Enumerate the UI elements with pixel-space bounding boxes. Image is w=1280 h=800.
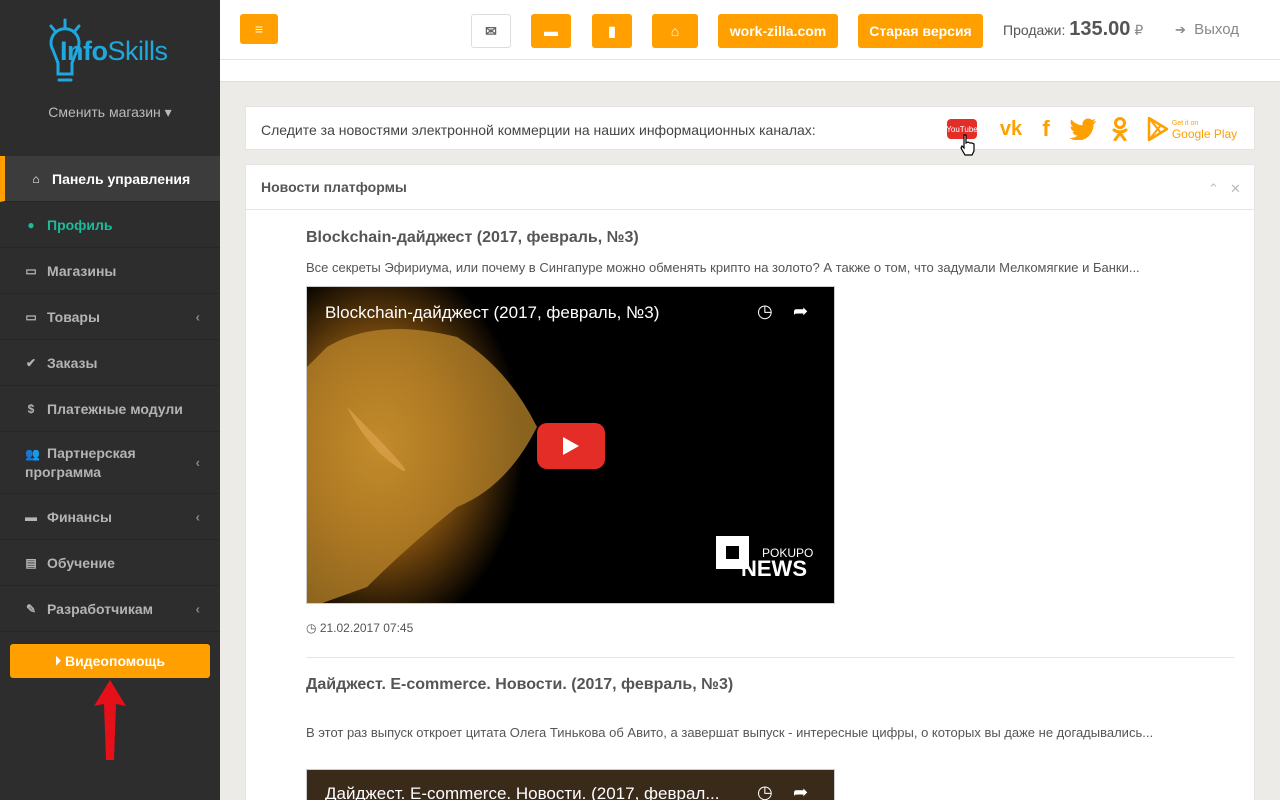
cart-icon: ▭ <box>25 309 37 324</box>
sidebar-item-profile[interactable]: ● Профиль <box>0 202 220 248</box>
facebook-icon[interactable]: f <box>1036 115 1056 143</box>
article-title[interactable]: Blockchain-дайджест (2017, февраль, №3) <box>306 229 639 247</box>
news-panel-header: Новости платформы <box>246 165 1254 210</box>
sidebar-item-payment-modules[interactable]: $ Платежные модули <box>0 386 220 432</box>
logout-link[interactable]: ➔ Выход <box>1175 21 1239 38</box>
article-title[interactable]: Дайджест. E-commerce. Новости. (2017, фе… <box>306 676 733 694</box>
sidebar: InfoSkills Сменить магазин ▾ ⌂ Панель уп… <box>0 0 220 800</box>
chevron-left-icon: ‹ <box>195 601 200 616</box>
sidebar-item-orders[interactable]: ✔ Заказы <box>0 340 220 386</box>
sidebar-item-finance[interactable]: ▬ Финансы ‹ <box>0 494 220 540</box>
book-button[interactable]: ▮ <box>592 14 632 48</box>
sidebar-item-label: Товары <box>47 308 100 325</box>
chat-button[interactable]: ▬ <box>531 14 571 48</box>
sidebar-item-dashboard[interactable]: ⌂ Панель управления <box>0 156 220 202</box>
google-play-icon <box>1147 117 1169 141</box>
play-circle-icon: ⏵ <box>55 653 62 668</box>
envelope-icon: ✉ <box>485 22 497 39</box>
chevron-left-icon: ‹ <box>195 454 200 470</box>
top-strip <box>220 60 1280 82</box>
google-play-badge[interactable]: Get it on Google Play <box>1146 115 1238 143</box>
sidebar-item-label: Панель управления <box>52 170 191 187</box>
sidebar-item-learning[interactable]: ▤ Обучение <box>0 540 220 586</box>
sidebar-item-label: Магазины <box>47 262 117 279</box>
infoskills-logo[interactable]: InfoSkills <box>40 8 190 92</box>
sidebar-item-shops[interactable]: ▭ Магазины <box>0 248 220 294</box>
sign-out-icon: ➔ <box>1175 22 1186 37</box>
article-date: ◷ 21.02.2017 07:45 <box>306 621 413 635</box>
hamburger-icon: ≡ <box>254 21 264 37</box>
plug-icon: ✎ <box>25 601 37 616</box>
sidebar-menu: ⌂ Панель управления ● Профиль ▭ Магазины… <box>0 156 220 632</box>
article-separator <box>306 657 1234 658</box>
red-arrow-annotation <box>94 680 126 760</box>
messages-button[interactable]: ✉ <box>471 14 511 48</box>
google-play-text: Google Play <box>1171 127 1238 141</box>
check-icon: ✔ <box>25 355 37 370</box>
video-player[interactable]: Blockchain-дайджест (2017, февраль, №3) … <box>306 286 835 604</box>
share-icon[interactable]: ➦ <box>793 782 808 800</box>
clock-icon[interactable]: ◷ <box>757 782 773 800</box>
video-player[interactable]: Дайджест. E-commerce. Новости. (2017, фе… <box>306 769 835 800</box>
sidebar-item-label: Профиль <box>47 216 113 233</box>
hand-cursor-icon <box>960 134 975 156</box>
collapse-icon[interactable]: ⌃ <box>1208 181 1219 197</box>
clock-icon: ◷ <box>306 621 317 635</box>
comment-icon: ▬ <box>544 23 558 39</box>
dollar-icon: $ <box>27 401 35 416</box>
article-description: В этот раз выпуск откроет цитата Олега Т… <box>306 725 1154 740</box>
sidebar-item-label: Партнерская программа <box>25 445 136 480</box>
users-icon: 👥 <box>25 447 40 461</box>
book-icon: ▮ <box>608 22 616 39</box>
sidebar-item-products[interactable]: ▭ Товары ‹ <box>0 294 220 340</box>
brand-big: NEWS <box>741 556 807 581</box>
follow-text: Следите за новостями электронной коммерц… <box>261 122 816 138</box>
video-title: Blockchain-дайджест (2017, февраль, №3) <box>325 303 660 322</box>
article-description: Все секреты Эфириума, или почему в Синга… <box>306 260 1140 275</box>
vk-icon[interactable]: vk <box>996 115 1026 143</box>
book-icon: ▤ <box>25 555 37 570</box>
workzilla-button[interactable]: work-zilla.com <box>718 14 838 48</box>
old-version-button[interactable]: Старая версия <box>858 14 983 48</box>
logout-label: Выход <box>1194 21 1239 38</box>
social-follow-panel: Следите за новостями электронной коммерц… <box>245 106 1255 156</box>
sidebar-item-label: Разработчикам <box>47 600 153 617</box>
sales-info: Продажи: 135.00 ₽ <box>1003 18 1143 41</box>
cart-icon: ▭ <box>25 263 37 278</box>
sidebar-item-developers[interactable]: ✎ Разработчикам ‹ <box>0 586 220 632</box>
change-shop-dropdown[interactable]: Сменить магазин ▾ <box>0 104 220 121</box>
chevron-left-icon: ‹ <box>195 509 200 524</box>
twitter-icon[interactable] <box>1068 115 1098 143</box>
share-icon[interactable]: ➦ <box>793 301 808 322</box>
menu-toggle-button[interactable]: ≡ <box>240 14 278 44</box>
store-button[interactable]: ⌂ <box>652 14 698 48</box>
odnoklassniki-icon[interactable] <box>1110 115 1130 143</box>
video-help-label: Видеопомощь <box>65 653 165 669</box>
video-title: Дайджест. E-commerce. Новости. (2017, фе… <box>325 784 720 800</box>
play-button[interactable] <box>537 423 605 469</box>
sidebar-item-partner-program[interactable]: 👥 Партнерская программа ‹ <box>0 432 220 494</box>
article-date-text: 21.02.2017 07:45 <box>319 621 414 635</box>
play-icon <box>563 437 579 455</box>
sidebar-item-label: Заказы <box>47 354 98 371</box>
sidebar-item-label: Обучение <box>47 554 115 571</box>
user-icon: ● <box>27 217 35 232</box>
news-panel-title: Новости платформы <box>261 179 407 195</box>
platform-news-panel: Новости платформы ⌃ ✕ Blockchain-дайджес… <box>245 164 1255 800</box>
sales-value: 135.00 <box>1069 18 1131 40</box>
logo-info-text: Info <box>60 36 108 66</box>
sales-label: Продажи: <box>1003 22 1066 38</box>
top-bar: ≡ ✉ ▬ ▮ ⌂ work-zilla.com Старая версия П… <box>220 0 1280 60</box>
archive-icon: ▬ <box>25 509 37 524</box>
sidebar-item-label: Платежные модули <box>47 400 183 417</box>
store-icon: ⌂ <box>670 23 680 39</box>
clock-icon[interactable]: ◷ <box>757 301 773 322</box>
home-icon: ⌂ <box>32 171 40 186</box>
currency-symbol: ₽ <box>1134 22 1144 38</box>
logo-skills-text: Skills <box>107 36 168 66</box>
video-help-button[interactable]: ⏵ Видеопомощь <box>10 644 210 678</box>
sidebar-item-label: Финансы <box>47 508 112 525</box>
close-icon[interactable]: ✕ <box>1230 181 1241 197</box>
chevron-left-icon: ‹ <box>195 309 200 324</box>
